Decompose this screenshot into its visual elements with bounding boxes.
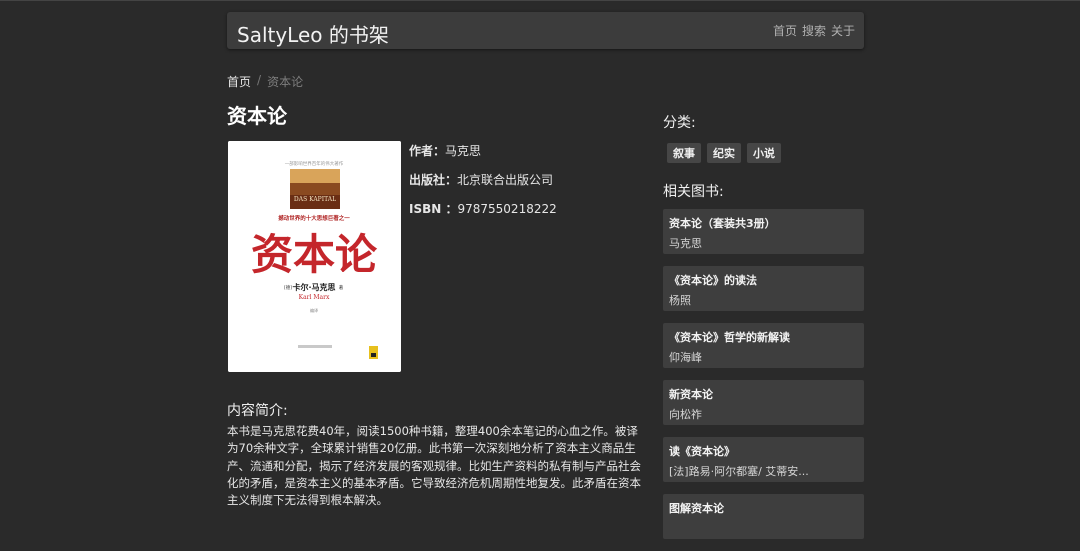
cover-author-prefix: [德]: [284, 284, 292, 291]
cover-title: 资本论: [251, 230, 378, 279]
related-book-author: 仰海峰: [669, 351, 702, 364]
meta-author: 作者：马克思: [409, 144, 482, 158]
related-book-author: [法]路易·阿尔都塞/ 艾蒂安...: [669, 465, 809, 478]
categories-heading: 分类:: [663, 115, 696, 131]
tag-narrative[interactable]: 叙事: [667, 143, 701, 163]
site-brand[interactable]: SaltyLeo 的书架: [237, 19, 389, 48]
related-book-item[interactable]: 《资本论》的读法 杨照: [663, 266, 864, 311]
page-title: 资本论: [227, 104, 287, 128]
meta-author-value: 马克思: [445, 144, 482, 158]
related-book-title: 《资本论》的读法: [669, 274, 757, 287]
related-book-title: 资本论（套装共3册）: [669, 217, 776, 230]
breadcrumb: 首页 / 资本论: [227, 73, 303, 90]
tag-documentary[interactable]: 纪实: [707, 143, 741, 163]
related-book-item[interactable]: 《资本论》哲学的新解读 仰海峰: [663, 323, 864, 368]
breadcrumb-separator: /: [257, 73, 262, 87]
nav-link-search[interactable]: 搜索: [802, 22, 826, 39]
meta-publisher-key: 出版社: [409, 173, 446, 187]
cover-subtitle: 撼动世界的十大思想巨著之一: [278, 214, 350, 222]
meta-isbn: ISBN ：9787550218222: [409, 202, 557, 216]
cover-banner: DAS KAPITAL: [294, 196, 336, 203]
breadcrumb-current: 资本论: [267, 75, 304, 89]
related-books-list: 资本论（套装共3册） 马克思 《资本论》的读法 杨照 《资本论》哲学的新解读 仰…: [663, 209, 864, 551]
intro-heading: 内容简介:: [227, 403, 288, 419]
related-book-item[interactable]: 图解资本论: [663, 494, 864, 539]
navbar: SaltyLeo 的书架 首页 搜索 关于: [227, 12, 864, 49]
intro-text: 本书是马克思花费40年，阅读1500种书籍，整理400余本笔记的心血之作。被译为…: [227, 424, 641, 508]
related-book-item[interactable]: 读《资本论》 [法]路易·阿尔都塞/ 艾蒂安...: [663, 437, 864, 482]
related-book-item[interactable]: 资本论（套装共3册） 马克思: [663, 209, 864, 254]
book-cover-image: 一部影响世界百年的伟大著作 DAS KAPITAL 撼动世界的十大思想巨著之一 …: [228, 141, 401, 372]
top-border: [0, 0, 1080, 1]
nav-link-about[interactable]: 关于: [831, 22, 855, 39]
book-metadata: 作者：马克思 出版社：北京联合出版公司 ISBN ：9787550218222: [409, 142, 557, 229]
tag-novel[interactable]: 小说: [747, 143, 781, 163]
cover-author-en: Karl Marx: [299, 294, 330, 301]
nav-link-home[interactable]: 首页: [773, 22, 797, 39]
meta-isbn-key: ISBN: [409, 202, 442, 216]
cover-tagline: 一部影响世界百年的伟大著作: [285, 160, 344, 167]
related-book-author: 马克思: [669, 237, 702, 250]
breadcrumb-home[interactable]: 首页: [227, 73, 251, 90]
meta-publisher-value: 北京联合出版公司: [457, 173, 554, 187]
nav-links: 首页 搜索 关于: [773, 22, 855, 39]
meta-author-key: 作者: [409, 144, 434, 158]
related-book-author: 杨照: [669, 294, 691, 307]
related-book-title: 新资本论: [669, 388, 713, 401]
category-tags: 叙事 纪实 小说: [667, 143, 781, 163]
related-book-title: 《资本论》哲学的新解读: [669, 331, 790, 344]
cover-author-cn: 卡尔·马克思: [292, 282, 335, 292]
related-book-item[interactable]: 新资本论 向松祚: [663, 380, 864, 425]
meta-isbn-value: 9787550218222: [457, 202, 557, 216]
meta-publisher: 出版社：北京联合出版公司: [409, 173, 554, 187]
related-book-author: 向松祚: [669, 408, 702, 421]
cover-translator: 编译: [310, 307, 318, 313]
cover-author-suffix: 著: [339, 284, 344, 291]
related-heading: 相关图书:: [663, 184, 724, 200]
related-book-title: 读《资本论》: [669, 445, 735, 458]
